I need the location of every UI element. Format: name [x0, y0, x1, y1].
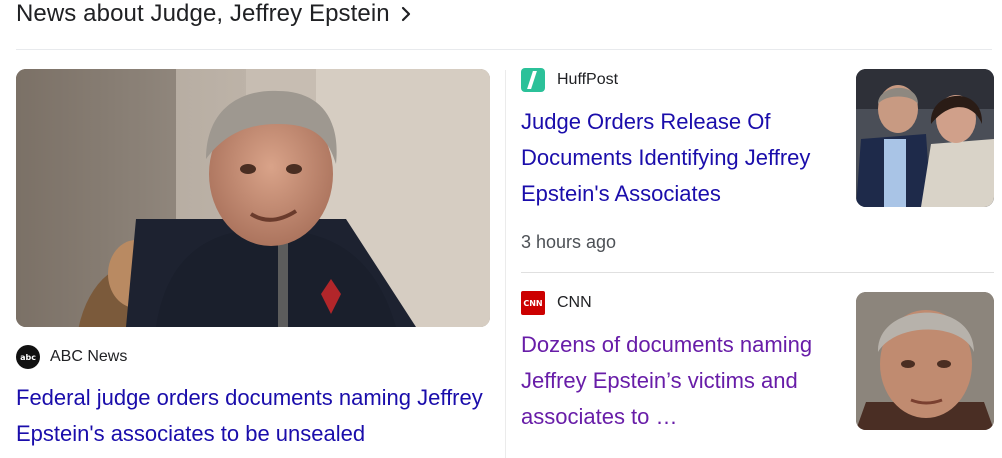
- story-2-source-name: CNN: [557, 294, 592, 311]
- story-1-source-name: HuffPost: [557, 71, 619, 88]
- cnn-logo-icon: CNN: [521, 291, 545, 315]
- main-story-image[interactable]: [16, 69, 490, 327]
- main-story-title-link[interactable]: Federal judge orders documents naming Je…: [16, 380, 496, 452]
- news-section-title: News about Judge, Jeffrey Epstein: [16, 0, 390, 27]
- header-divider: [16, 49, 992, 50]
- abc-news-logo-icon: abc: [16, 345, 40, 369]
- column-divider: [505, 70, 506, 458]
- main-story-source-name: ABC News: [50, 348, 128, 365]
- story-1-timestamp: 3 hours ago: [521, 232, 617, 252]
- story-2-thumbnail[interactable]: [856, 292, 994, 430]
- story-2-title-link[interactable]: Dozens of documents naming Jeffrey Epste…: [521, 327, 831, 435]
- chevron-right-icon[interactable]: [400, 5, 412, 23]
- story-divider: [521, 272, 994, 273]
- huffpost-logo-icon: [521, 68, 545, 92]
- story-1-thumbnail[interactable]: [856, 69, 994, 207]
- main-story-source: abc ABC News: [16, 345, 127, 369]
- news-section-header[interactable]: News about Judge, Jeffrey Epstein: [16, 0, 412, 28]
- story-1-title-link[interactable]: Judge Orders Release Of Documents Identi…: [521, 104, 831, 212]
- story-2-source: CNN CNN: [521, 291, 592, 315]
- story-1-source: HuffPost: [521, 68, 618, 92]
